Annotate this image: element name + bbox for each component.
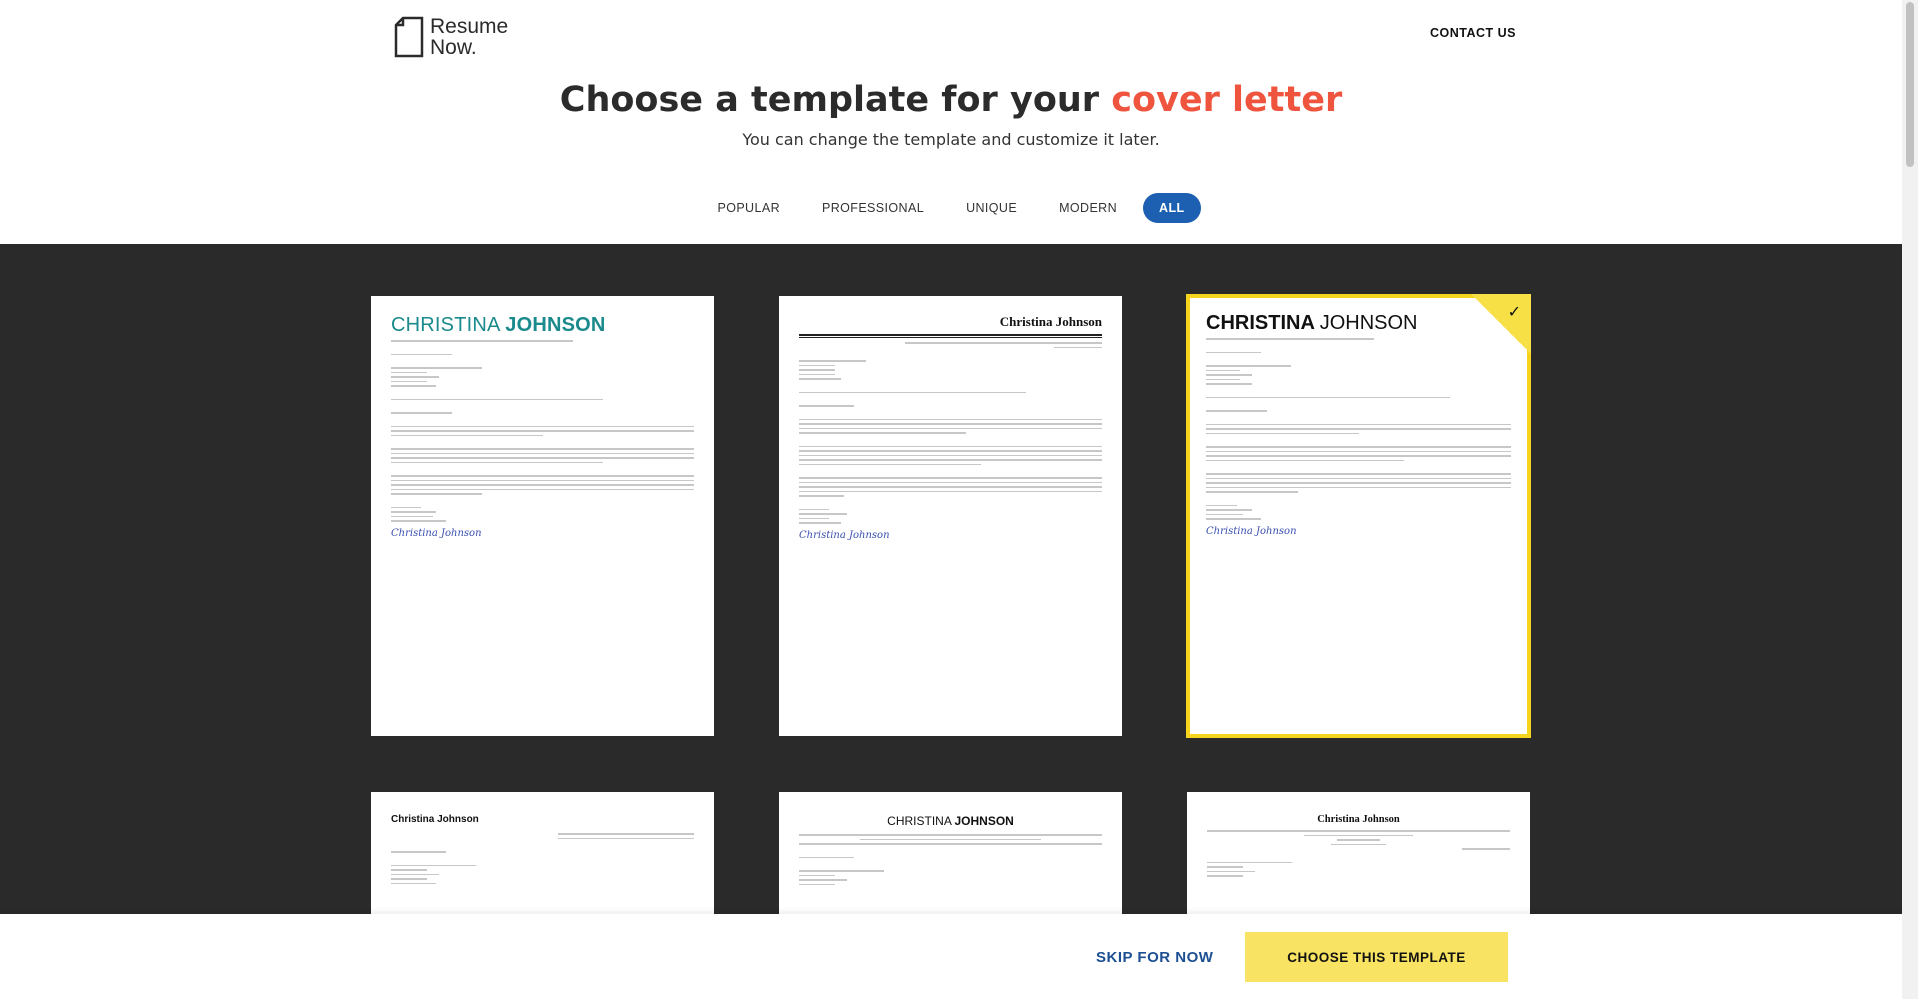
page-header: Resume Now. CONTACT US Choose a template… bbox=[0, 0, 1902, 244]
filter-tabs: POPULAR PROFESSIONAL UNIQUE MODERN ALL bbox=[0, 193, 1902, 223]
template-preview: CHRISTINA JOHNSON Christina Johnson bbox=[391, 314, 694, 539]
template-name: CHRISTINA JOHNSON bbox=[1206, 312, 1511, 335]
logo[interactable]: Resume Now. bbox=[394, 16, 508, 58]
template-preview: Christina Johnson bbox=[1207, 814, 1510, 880]
template-name: CHRISTINA JOHNSON bbox=[799, 814, 1102, 828]
filter-popular[interactable]: POPULAR bbox=[701, 193, 796, 223]
signature: Christina Johnson bbox=[1206, 525, 1297, 537]
template-card-3-selected[interactable]: ✓ CHRISTINA JOHNSON Christina Johnson bbox=[1186, 294, 1531, 738]
name-last: JOHNSON bbox=[1319, 312, 1418, 334]
page-subtitle: You can change the template and customiz… bbox=[742, 130, 1160, 149]
signature: Christina Johnson bbox=[391, 527, 482, 539]
name-first: CHRISTINA bbox=[1206, 312, 1320, 334]
filter-professional[interactable]: PROFESSIONAL bbox=[806, 193, 940, 223]
template-name: Christina Johnson bbox=[391, 814, 479, 825]
template-name: Christina Johnson bbox=[999, 314, 1102, 329]
page-title: Choose a template for your cover letter bbox=[0, 80, 1902, 120]
filter-unique[interactable]: UNIQUE bbox=[950, 193, 1033, 223]
name-last: JOHNSON bbox=[505, 314, 606, 336]
logo-text: Resume Now. bbox=[430, 16, 508, 58]
template-card-5[interactable]: CHRISTINA JOHNSON bbox=[779, 792, 1122, 914]
filter-all[interactable]: ALL bbox=[1143, 193, 1201, 223]
template-name: CHRISTINA JOHNSON bbox=[391, 314, 694, 337]
title-accent: cover letter bbox=[1111, 80, 1343, 120]
name-first: CHRISTINA bbox=[391, 314, 506, 336]
contact-us-link[interactable]: CONTACT US bbox=[1430, 26, 1516, 40]
page-scrollbar[interactable] bbox=[1902, 0, 1918, 999]
template-card-6[interactable]: Christina Johnson bbox=[1187, 792, 1530, 914]
template-preview: CHRISTINA JOHNSON bbox=[799, 814, 1102, 888]
template-name: Christina Johnson bbox=[1317, 814, 1400, 825]
title-main: Choose a template for your bbox=[559, 80, 1112, 120]
choose-template-button[interactable]: CHOOSE THIS TEMPLATE bbox=[1245, 932, 1508, 982]
name-last: JOHNSON bbox=[954, 814, 1014, 828]
signature: Christina Johnson bbox=[799, 529, 890, 541]
name-first: CHRISTINA bbox=[887, 814, 955, 828]
template-card-1[interactable]: CHRISTINA JOHNSON Christina Johnson bbox=[371, 296, 714, 736]
template-card-4[interactable]: Christina Johnson bbox=[371, 792, 714, 914]
logo-line-1: Resume bbox=[430, 15, 509, 38]
template-preview: Christina Johnson Christina Johnson bbox=[799, 314, 1102, 541]
template-preview: Christina Johnson bbox=[391, 814, 694, 887]
template-preview: CHRISTINA JOHNSON Christina Johnson bbox=[1206, 312, 1511, 537]
action-bar: SKIP FOR NOW CHOOSE THIS TEMPLATE bbox=[0, 914, 1902, 999]
scrollbar-thumb[interactable] bbox=[1906, 2, 1914, 167]
template-gallery: CHRISTINA JOHNSON Christina Johnson Chri… bbox=[0, 244, 1902, 914]
logo-line-2: Now. bbox=[430, 36, 477, 59]
filter-modern[interactable]: MODERN bbox=[1043, 193, 1133, 223]
document-logo-icon bbox=[394, 16, 424, 58]
skip-for-now-button[interactable]: SKIP FOR NOW bbox=[1096, 949, 1213, 966]
template-card-2[interactable]: Christina Johnson Christina Johnson bbox=[779, 296, 1122, 736]
